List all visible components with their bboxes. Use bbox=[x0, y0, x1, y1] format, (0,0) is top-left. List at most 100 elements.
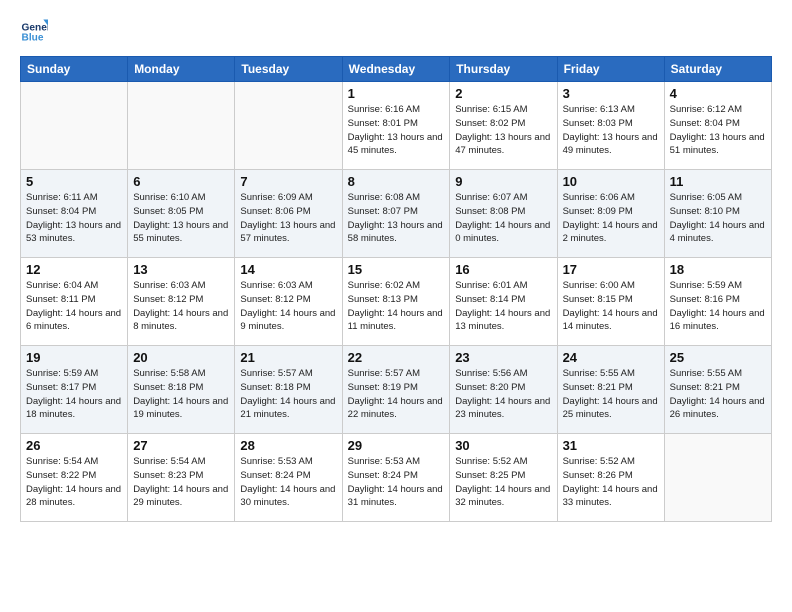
day-info: Sunrise: 5:55 AM Sunset: 8:21 PM Dayligh… bbox=[670, 367, 766, 422]
day-number: 1 bbox=[348, 86, 445, 101]
day-info: Sunrise: 6:15 AM Sunset: 8:02 PM Dayligh… bbox=[455, 103, 551, 158]
day-cell: 4 Sunrise: 6:12 AM Sunset: 8:04 PM Daylig… bbox=[664, 82, 771, 170]
day-number: 20 bbox=[133, 350, 229, 365]
day-cell: 3Sunrise: 6:13 AM Sunset: 8:03 PM Daylig… bbox=[557, 82, 664, 170]
day-cell: 5 Sunrise: 6:11 AM Sunset: 8:04 PM Daylig… bbox=[21, 170, 128, 258]
page-container: General Blue SundayMondayTuesdayWednesda… bbox=[0, 0, 792, 534]
day-info: Sunrise: 5:56 AM Sunset: 8:20 PM Dayligh… bbox=[455, 367, 551, 422]
day-number: 31 bbox=[563, 438, 659, 453]
day-number: 12 bbox=[26, 262, 122, 277]
day-cell: 30 Sunrise: 5:52 AM Sunset: 8:25 PM Dayli… bbox=[450, 434, 557, 522]
day-info: Sunrise: 6:05 AM Sunset: 8:10 PM Dayligh… bbox=[670, 191, 766, 246]
day-info: Sunrise: 5:52 AM Sunset: 8:26 PM Dayligh… bbox=[563, 455, 659, 510]
day-number: 19 bbox=[26, 350, 122, 365]
day-number: 15 bbox=[348, 262, 445, 277]
day-cell bbox=[664, 434, 771, 522]
logo: General Blue bbox=[20, 18, 48, 46]
day-number: 30 bbox=[455, 438, 551, 453]
day-cell: 29 Sunrise: 5:53 AM Sunset: 8:24 PM Dayli… bbox=[342, 434, 450, 522]
day-number: 27 bbox=[133, 438, 229, 453]
weekday-header-friday: Friday bbox=[557, 57, 664, 82]
weekday-header-sunday: Sunday bbox=[21, 57, 128, 82]
weekday-header-saturday: Saturday bbox=[664, 57, 771, 82]
day-cell: 15 Sunrise: 6:02 AM Sunset: 8:13 PM Dayli… bbox=[342, 258, 450, 346]
logo-icon: General Blue bbox=[20, 18, 48, 46]
day-info: Sunrise: 5:55 AM Sunset: 8:21 PM Dayligh… bbox=[563, 367, 659, 422]
day-cell: 23 Sunrise: 5:56 AM Sunset: 8:20 PM Dayli… bbox=[450, 346, 557, 434]
week-row-5: 26Sunrise: 5:54 AM Sunset: 8:22 PM Dayli… bbox=[21, 434, 772, 522]
day-number: 18 bbox=[670, 262, 766, 277]
day-cell: 12 Sunrise: 6:04 AM Sunset: 8:11 PM Dayli… bbox=[21, 258, 128, 346]
day-cell: 24 Sunrise: 5:55 AM Sunset: 8:21 PM Dayli… bbox=[557, 346, 664, 434]
day-info: Sunrise: 5:53 AM Sunset: 8:24 PM Dayligh… bbox=[240, 455, 336, 510]
day-cell: 17Sunrise: 6:00 AM Sunset: 8:15 PM Dayli… bbox=[557, 258, 664, 346]
day-info: Sunrise: 6:06 AM Sunset: 8:09 PM Dayligh… bbox=[563, 191, 659, 246]
day-cell: 26Sunrise: 5:54 AM Sunset: 8:22 PM Dayli… bbox=[21, 434, 128, 522]
day-cell bbox=[21, 82, 128, 170]
day-cell bbox=[235, 82, 342, 170]
day-cell: 19 Sunrise: 5:59 AM Sunset: 8:17 PM Dayli… bbox=[21, 346, 128, 434]
day-number: 5 bbox=[26, 174, 122, 189]
day-info: Sunrise: 5:54 AM Sunset: 8:23 PM Dayligh… bbox=[133, 455, 229, 510]
day-cell: 1Sunrise: 6:16 AM Sunset: 8:01 PM Daylig… bbox=[342, 82, 450, 170]
day-info: Sunrise: 6:03 AM Sunset: 8:12 PM Dayligh… bbox=[240, 279, 336, 334]
day-info: Sunrise: 6:07 AM Sunset: 8:08 PM Dayligh… bbox=[455, 191, 551, 246]
week-row-1: 1Sunrise: 6:16 AM Sunset: 8:01 PM Daylig… bbox=[21, 82, 772, 170]
day-info: Sunrise: 6:04 AM Sunset: 8:11 PM Dayligh… bbox=[26, 279, 122, 334]
day-info: Sunrise: 5:52 AM Sunset: 8:25 PM Dayligh… bbox=[455, 455, 551, 510]
day-number: 9 bbox=[455, 174, 551, 189]
day-info: Sunrise: 6:08 AM Sunset: 8:07 PM Dayligh… bbox=[348, 191, 445, 246]
day-number: 2 bbox=[455, 86, 551, 101]
day-number: 7 bbox=[240, 174, 336, 189]
day-number: 8 bbox=[348, 174, 445, 189]
day-number: 14 bbox=[240, 262, 336, 277]
day-info: Sunrise: 6:02 AM Sunset: 8:13 PM Dayligh… bbox=[348, 279, 445, 334]
day-info: Sunrise: 6:01 AM Sunset: 8:14 PM Dayligh… bbox=[455, 279, 551, 334]
day-number: 21 bbox=[240, 350, 336, 365]
weekday-header-row: SundayMondayTuesdayWednesdayThursdayFrid… bbox=[21, 57, 772, 82]
day-cell: 2 Sunrise: 6:15 AM Sunset: 8:02 PM Daylig… bbox=[450, 82, 557, 170]
day-cell: 9 Sunrise: 6:07 AM Sunset: 8:08 PM Daylig… bbox=[450, 170, 557, 258]
day-cell: 20 Sunrise: 5:58 AM Sunset: 8:18 PM Dayli… bbox=[128, 346, 235, 434]
week-row-2: 5 Sunrise: 6:11 AM Sunset: 8:04 PM Daylig… bbox=[21, 170, 772, 258]
day-number: 4 bbox=[670, 86, 766, 101]
day-number: 28 bbox=[240, 438, 336, 453]
svg-text:Blue: Blue bbox=[22, 33, 44, 44]
day-number: 22 bbox=[348, 350, 445, 365]
day-cell: 8 Sunrise: 6:08 AM Sunset: 8:07 PM Daylig… bbox=[342, 170, 450, 258]
calendar-table: SundayMondayTuesdayWednesdayThursdayFrid… bbox=[20, 56, 772, 522]
day-number: 13 bbox=[133, 262, 229, 277]
day-info: Sunrise: 5:59 AM Sunset: 8:17 PM Dayligh… bbox=[26, 367, 122, 422]
day-info: Sunrise: 5:58 AM Sunset: 8:18 PM Dayligh… bbox=[133, 367, 229, 422]
day-cell: 21 Sunrise: 5:57 AM Sunset: 8:18 PM Dayli… bbox=[235, 346, 342, 434]
day-cell: 16 Sunrise: 6:01 AM Sunset: 8:14 PM Dayli… bbox=[450, 258, 557, 346]
day-number: 23 bbox=[455, 350, 551, 365]
day-cell bbox=[128, 82, 235, 170]
day-number: 10 bbox=[563, 174, 659, 189]
day-info: Sunrise: 5:59 AM Sunset: 8:16 PM Dayligh… bbox=[670, 279, 766, 334]
day-number: 24 bbox=[563, 350, 659, 365]
day-info: Sunrise: 5:57 AM Sunset: 8:18 PM Dayligh… bbox=[240, 367, 336, 422]
day-cell: 7Sunrise: 6:09 AM Sunset: 8:06 PM Daylig… bbox=[235, 170, 342, 258]
day-cell: 18 Sunrise: 5:59 AM Sunset: 8:16 PM Dayli… bbox=[664, 258, 771, 346]
day-number: 6 bbox=[133, 174, 229, 189]
day-info: Sunrise: 5:53 AM Sunset: 8:24 PM Dayligh… bbox=[348, 455, 445, 510]
day-info: Sunrise: 6:11 AM Sunset: 8:04 PM Dayligh… bbox=[26, 191, 122, 246]
header: General Blue bbox=[20, 18, 772, 46]
day-cell: 31 Sunrise: 5:52 AM Sunset: 8:26 PM Dayli… bbox=[557, 434, 664, 522]
day-number: 29 bbox=[348, 438, 445, 453]
day-cell: 13 Sunrise: 6:03 AM Sunset: 8:12 PM Dayli… bbox=[128, 258, 235, 346]
day-cell: 10 Sunrise: 6:06 AM Sunset: 8:09 PM Dayli… bbox=[557, 170, 664, 258]
day-number: 16 bbox=[455, 262, 551, 277]
day-cell: 28 Sunrise: 5:53 AM Sunset: 8:24 PM Dayli… bbox=[235, 434, 342, 522]
day-cell: 25Sunrise: 5:55 AM Sunset: 8:21 PM Dayli… bbox=[664, 346, 771, 434]
day-cell: 22Sunrise: 5:57 AM Sunset: 8:19 PM Dayli… bbox=[342, 346, 450, 434]
day-info: Sunrise: 6:13 AM Sunset: 8:03 PM Dayligh… bbox=[563, 103, 659, 158]
day-cell: 27 Sunrise: 5:54 AM Sunset: 8:23 PM Dayli… bbox=[128, 434, 235, 522]
day-info: Sunrise: 6:03 AM Sunset: 8:12 PM Dayligh… bbox=[133, 279, 229, 334]
day-info: Sunrise: 6:00 AM Sunset: 8:15 PM Dayligh… bbox=[563, 279, 659, 334]
day-info: Sunrise: 6:12 AM Sunset: 8:04 PM Dayligh… bbox=[670, 103, 766, 158]
day-number: 11 bbox=[670, 174, 766, 189]
weekday-header-tuesday: Tuesday bbox=[235, 57, 342, 82]
day-cell: 14 Sunrise: 6:03 AM Sunset: 8:12 PM Dayli… bbox=[235, 258, 342, 346]
